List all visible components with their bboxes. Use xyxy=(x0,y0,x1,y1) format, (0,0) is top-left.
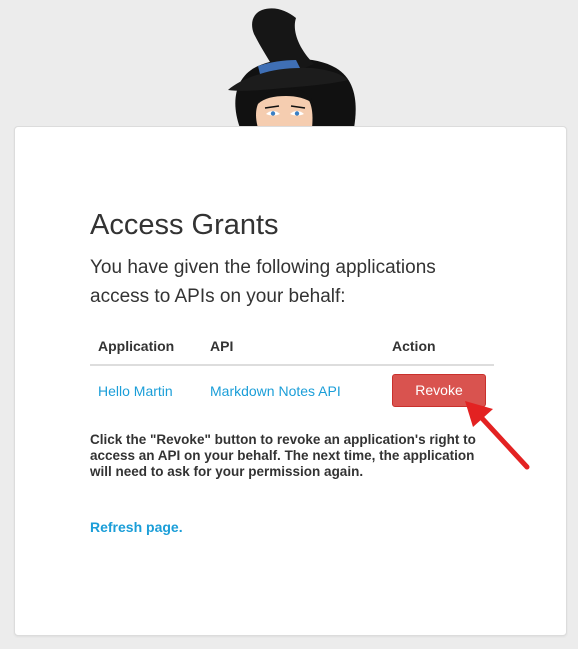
revoke-explanation: Click the "Revoke" button to revoke an a… xyxy=(90,432,476,479)
column-header-api: API xyxy=(202,328,384,366)
application-cell: Hello Martin xyxy=(90,364,202,415)
api-cell: Markdown Notes API xyxy=(202,364,384,415)
page-title: Access Grants xyxy=(90,209,279,241)
column-header-application: Application xyxy=(90,328,202,366)
red-arrow-icon xyxy=(465,401,530,470)
column-header-action: Action xyxy=(384,328,494,366)
refresh-page-link[interactable]: Refresh page. xyxy=(90,519,183,535)
table-header-row: Application API Action xyxy=(90,328,494,366)
intro-text: You have given the following application… xyxy=(90,257,436,307)
grants-table: Application API Action Hello Martin Mark… xyxy=(90,328,494,415)
table-row: Hello Martin Markdown Notes API Revoke xyxy=(90,364,494,415)
access-grants-card: Access Grants You have given the followi… xyxy=(14,126,567,636)
application-link[interactable]: Hello Martin xyxy=(98,383,173,399)
witch-mascot-icon xyxy=(228,8,356,128)
api-link[interactable]: Markdown Notes API xyxy=(210,383,341,399)
